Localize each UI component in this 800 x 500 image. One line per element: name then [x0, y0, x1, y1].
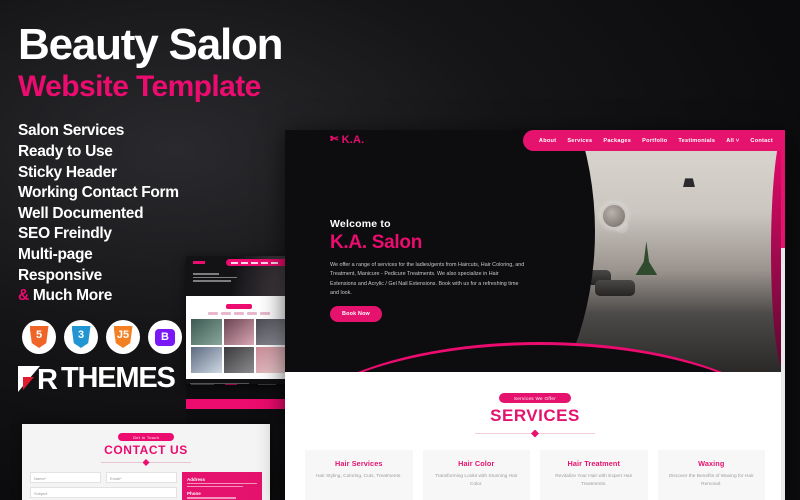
address-label: Address: [187, 477, 206, 482]
feature-item-much-more: & Much More: [18, 286, 348, 307]
feature-item: Sticky Header: [18, 163, 117, 181]
services-pill-badge: Services We Offer: [499, 393, 571, 403]
zrthemes-logo: R THEMES: [18, 362, 176, 396]
service-card-title: Waxing: [698, 459, 725, 468]
service-card-title: Hair Services: [334, 459, 383, 468]
nav-item-contact[interactable]: Contact: [750, 138, 773, 144]
service-card[interactable]: Hair Services Hair Styling, Coloring, Cu…: [305, 450, 413, 500]
nav-item-testimonials[interactable]: Testimonials: [678, 138, 715, 144]
thumb-grid-cell: [256, 346, 287, 373]
page-title: Beauty Salon: [18, 20, 284, 69]
thumb-portfolio-body: [186, 296, 292, 379]
website-mockup: ✄ K.A. About Services Packages Portfolio…: [285, 130, 785, 500]
tech-badges: 5 3 J5 B: [22, 320, 182, 354]
book-now-button[interactable]: Book Now: [330, 306, 382, 323]
thumb-grid-cell: [256, 318, 287, 345]
feature-item: Working Contact Form: [18, 184, 179, 202]
thumb-filter-row: [191, 312, 287, 315]
brand-text: THEMES: [61, 362, 176, 394]
css3-badge: 3: [64, 320, 98, 354]
feature-item: Ready to Use: [18, 142, 113, 160]
nav-item-portfolio[interactable]: Portfolio: [642, 138, 667, 144]
css3-icon: 3: [71, 326, 91, 348]
email-field[interactable]: Email*: [106, 472, 177, 483]
contact-title: CONTACT US: [104, 443, 188, 457]
main-navigation: About Services Packages Portfolio Testim…: [522, 130, 785, 151]
contact-info-panel: Address Phone: [182, 472, 262, 500]
thumb-footer: [186, 378, 292, 384]
service-card-desc: Revitalize Your Hair with Expert Hair Tr…: [555, 474, 633, 487]
promo-stage: Beauty Salon Website Template Salon Serv…: [0, 0, 800, 500]
pendant-lamp-icon: [683, 178, 695, 188]
service-card-desc: Hair Styling, Coloring, Cuts, Treatments…: [315, 474, 402, 479]
page-subtitle: Website Template: [18, 70, 261, 104]
bootstrap-badge: B: [148, 320, 182, 354]
contact-field-row: Name* Email*: [30, 472, 177, 483]
service-card[interactable]: Hair Treatment Revitalize Your Hair with…: [540, 450, 648, 500]
name-field[interactable]: Name*: [30, 472, 101, 483]
service-card-title: Hair Color: [458, 459, 495, 468]
service-card-desc: Discover the Benefits of Waxing for Hair…: [668, 474, 754, 487]
thumb-grid-cell: [191, 318, 222, 345]
zr-accent-shape: [23, 376, 34, 390]
feature-item: Well Documented: [18, 204, 144, 222]
service-card-desc: Transforming Looks with Stunning Hair Co…: [435, 474, 518, 487]
contact-page-preview[interactable]: Get In Touch CONTACT US Name* Email* Sub…: [22, 424, 270, 500]
nav-item-services[interactable]: Services: [567, 138, 592, 144]
contact-field-row: Subject: [30, 487, 177, 498]
scrollbar-thumb[interactable]: [781, 130, 785, 248]
feature-item: SEO Freindly: [18, 225, 112, 243]
thumb-image-grid: [191, 318, 287, 373]
subject-field[interactable]: Subject: [30, 487, 177, 498]
much-more-label: Much More: [28, 287, 113, 305]
services-title: SERVICES: [490, 406, 580, 425]
hero-section: ✄ K.A. About Services Packages Portfolio…: [285, 130, 785, 372]
hero-title: K.A. Salon: [330, 232, 423, 253]
service-cards: Hair Services Hair Styling, Coloring, Cu…: [285, 434, 785, 500]
service-card[interactable]: Waxing Discover the Benefits of Waxing f…: [657, 450, 765, 500]
thumb-grid-cell: [223, 318, 255, 345]
plant-icon: [635, 241, 658, 276]
service-card[interactable]: Hair Color Transforming Looks with Stunn…: [422, 450, 530, 500]
services-divider: [475, 433, 595, 434]
contact-form-fields: Name* Email* Subject: [30, 472, 177, 500]
hero-paragraph: We offer a range of services for the lad…: [330, 262, 525, 296]
zr-mark-icon: R: [18, 363, 60, 396]
html5-icon: 5: [29, 326, 49, 348]
services-section: Services We Offer SERVICES Hair Services…: [285, 372, 785, 500]
contact-pill-badge: Get In Touch: [118, 433, 174, 441]
service-card-title: Hair Treatment: [567, 459, 620, 468]
nav-item-packages[interactable]: Packages: [603, 138, 631, 144]
scrollbar-track[interactable]: [781, 130, 785, 500]
site-header: ✄ K.A. About Services Packages Portfolio…: [285, 130, 785, 152]
feature-item: Salon Services: [18, 122, 125, 140]
hero-copy: Welcome to K.A. Salon We offer a range o…: [330, 218, 525, 323]
salon-bench: [594, 280, 635, 297]
contact-divider: [101, 462, 191, 463]
thumb-grid-cell: [223, 346, 255, 373]
feature-list: Salon Services Ready to Use Sticky Heade…: [18, 121, 348, 306]
thumb-footer-bar: [186, 399, 292, 409]
promo-text-block: Beauty Salon Website Template Salon Serv…: [18, 22, 348, 307]
nav-item-about[interactable]: About: [539, 138, 556, 144]
phone-label: Phone: [187, 491, 201, 497]
bootstrap-icon: B: [155, 328, 175, 346]
hero-welcome-text: Welcome to: [330, 218, 391, 230]
zr-letter: R: [37, 363, 58, 396]
html5-badge: 5: [22, 320, 56, 354]
thumb-grid-cell: [191, 346, 222, 373]
javascript-icon: J5: [113, 326, 133, 348]
javascript-badge: J5: [106, 320, 140, 354]
ampersand: &: [18, 287, 29, 305]
mirror-icon: [601, 202, 628, 229]
feature-item: Multi-page: [18, 245, 93, 263]
contact-form: Name* Email* Subject Address Phone: [22, 463, 270, 500]
nav-item-all-dropdown[interactable]: All ˅: [726, 138, 739, 144]
feature-item: Responsive: [18, 266, 103, 284]
